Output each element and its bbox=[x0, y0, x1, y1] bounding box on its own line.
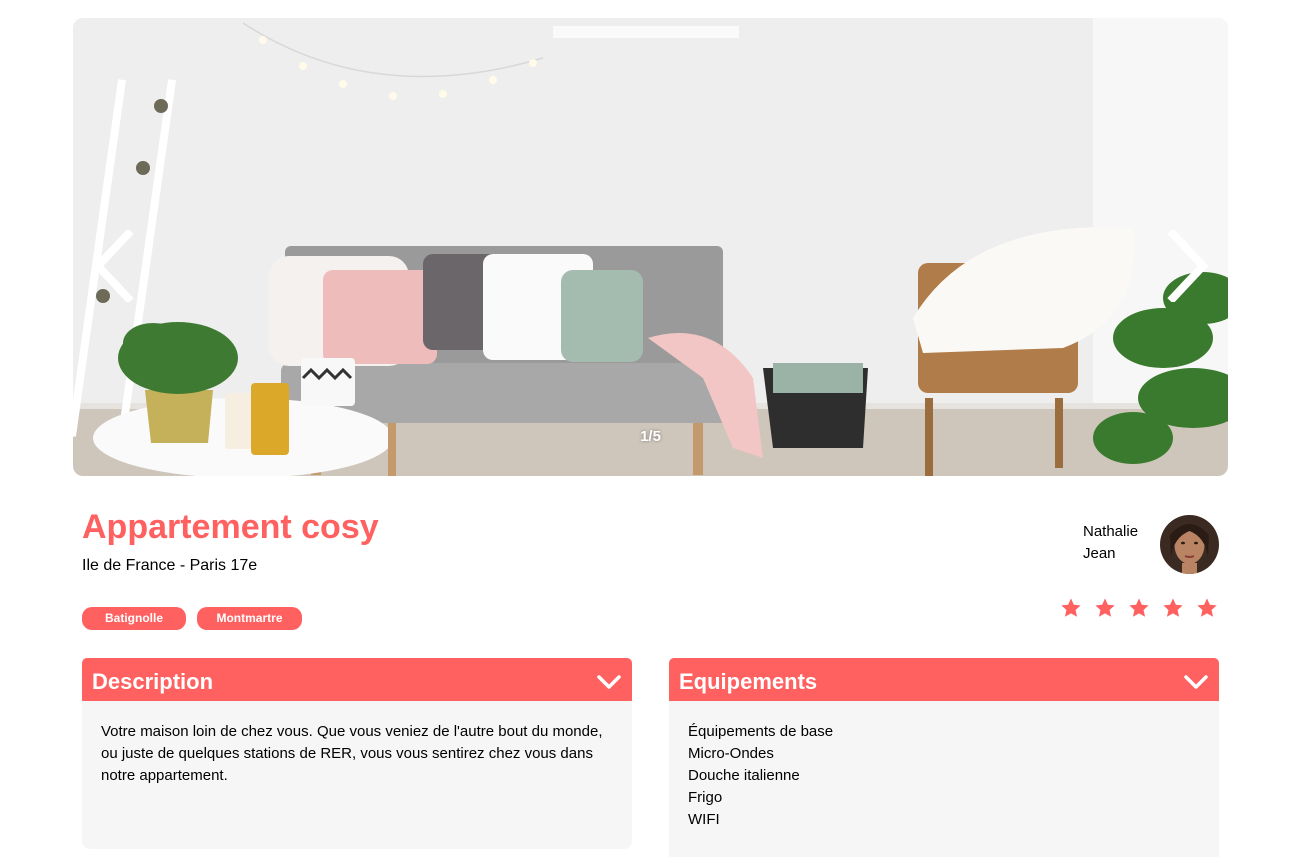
host-first-name: Nathalie bbox=[1083, 523, 1139, 540]
equipement-item: Douche italienne bbox=[688, 767, 800, 784]
photo-carousel: 1/5 bbox=[73, 18, 1228, 476]
equipement-item: WIFI bbox=[688, 811, 720, 828]
star-icon bbox=[1197, 598, 1217, 617]
rating-stars bbox=[1060, 597, 1218, 619]
listing-location: Ile de France - Paris 17e bbox=[82, 557, 258, 574]
host-name: Nathalie Jean bbox=[1083, 521, 1138, 565]
tag: Montmartre bbox=[197, 607, 302, 630]
description-toggle[interactable]: Description bbox=[82, 658, 632, 705]
description-title: Description bbox=[92, 668, 214, 694]
description-collapse: Description Votre maison loin de chez vo… bbox=[82, 658, 632, 849]
equipements-title: Equipements bbox=[679, 668, 818, 694]
listing-title: Appartement cosy bbox=[82, 508, 379, 546]
chevron-down-icon bbox=[597, 674, 621, 689]
carousel-prev-button[interactable] bbox=[87, 228, 137, 304]
equipement-item: Micro-Ondes bbox=[688, 745, 774, 762]
tag-list: Batignolle Montmartre bbox=[82, 607, 302, 630]
star-icon bbox=[1095, 598, 1115, 617]
star-icon bbox=[1061, 598, 1081, 617]
equipement-item: Frigo bbox=[688, 789, 723, 806]
slide-counter: 1/5 bbox=[640, 428, 661, 445]
tag: Batignolle bbox=[82, 607, 186, 630]
host-avatar bbox=[1160, 515, 1219, 574]
host-last-name: Jean bbox=[1083, 545, 1116, 562]
apartment-photo bbox=[73, 18, 1228, 476]
star-icon bbox=[1163, 598, 1183, 617]
equipements-toggle[interactable]: Equipements bbox=[669, 658, 1219, 705]
chevron-left-icon bbox=[92, 230, 134, 302]
equipements-collapse: Equipements Équipements de base Micro-On… bbox=[669, 658, 1219, 857]
description-body: Votre maison loin de chez vous. Que vous… bbox=[82, 701, 632, 849]
equipement-item: Équipements de base bbox=[688, 723, 834, 740]
equipements-body: Équipements de base Micro-Ondes Douche i… bbox=[669, 701, 1219, 857]
description-text: Votre maison loin de chez vous. Que vous… bbox=[101, 723, 603, 784]
star-icon bbox=[1129, 598, 1149, 617]
carousel-next-button[interactable] bbox=[1164, 228, 1214, 304]
chevron-down-icon bbox=[1184, 674, 1208, 689]
chevron-right-icon bbox=[1167, 230, 1209, 302]
